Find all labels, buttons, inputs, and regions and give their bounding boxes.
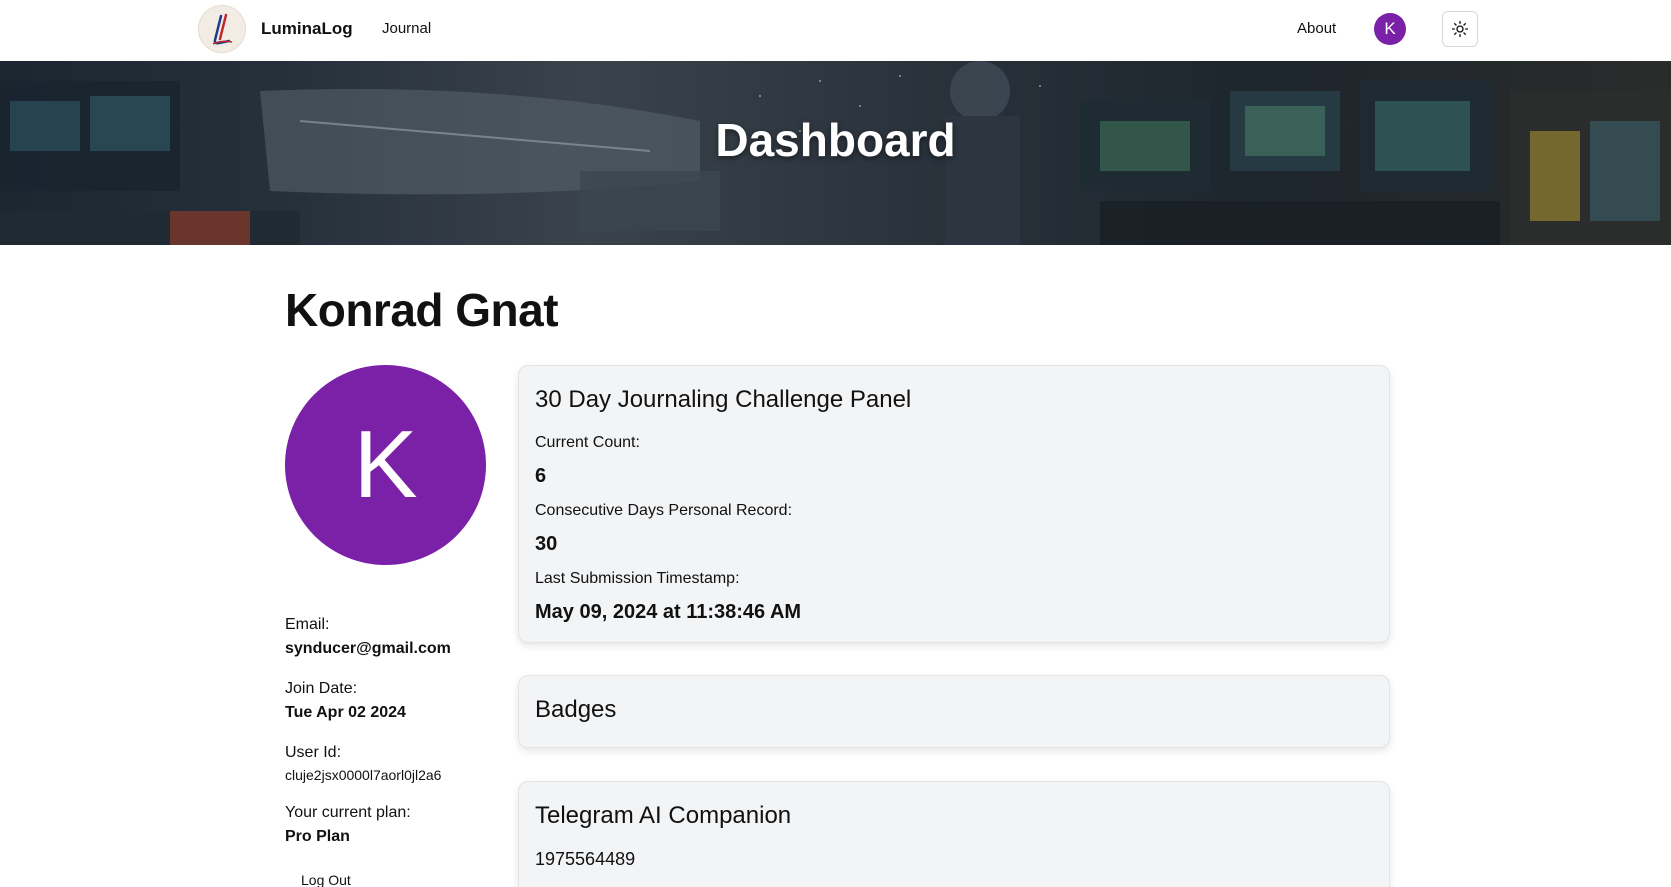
last-submission-value: May 09, 2024 at 11:38:46 AM <box>535 601 802 623</box>
personal-record-label: Consecutive Days Personal Record: <box>535 502 793 519</box>
nav-link-journal[interactable]: Journal <box>382 20 431 37</box>
badges-title: Badges <box>535 696 617 723</box>
profile-avatar: K <box>285 365 486 565</box>
plan-label: Your current plan: <box>285 804 411 821</box>
user-name-heading: Konrad Gnat <box>285 284 559 336</box>
nav-link-about[interactable]: About <box>1297 20 1336 37</box>
telegram-panel: Telegram AI Companion 1975564489 <box>518 781 1390 887</box>
brand-name[interactable]: LuminaLog <box>261 19 353 39</box>
user-avatar-button[interactable]: K <box>1374 13 1406 45</box>
current-count-value: 6 <box>535 465 547 487</box>
page-title: Dashboard <box>715 114 956 166</box>
challenge-panel-title: 30 Day Journaling Challenge Panel <box>535 386 912 413</box>
join-date-label: Join Date: <box>285 680 358 697</box>
last-submission-label: Last Submission Timestamp: <box>535 570 740 587</box>
sun-icon <box>1451 20 1469 38</box>
join-date-value: Tue Apr 02 2024 <box>285 704 406 721</box>
luminalog-logo-icon[interactable] <box>198 5 246 53</box>
personal-record-value: 30 <box>535 533 558 555</box>
badges-panel: Badges <box>518 675 1390 748</box>
telegram-chat-id: 1975564489 <box>535 849 636 869</box>
current-count-label: Current Count: <box>535 434 640 451</box>
theme-toggle-button[interactable] <box>1442 11 1478 47</box>
top-navigation: LuminaLog Journal About K <box>0 0 1671 61</box>
user-id-value: cluje2jsx0000l7aorl0jl2a6 <box>285 767 442 783</box>
email-value: synducer@gmail.com <box>285 640 451 657</box>
email-label: Email: <box>285 616 330 633</box>
telegram-title: Telegram AI Companion <box>535 802 792 829</box>
log-out-button[interactable]: Log Out <box>285 872 367 887</box>
challenge-panel: 30 Day Journaling Challenge Panel Curren… <box>518 365 1390 643</box>
plan-value: Pro Plan <box>285 828 350 845</box>
hero-banner: Dashboard <box>0 61 1671 245</box>
user-id-label: User Id: <box>285 744 342 761</box>
